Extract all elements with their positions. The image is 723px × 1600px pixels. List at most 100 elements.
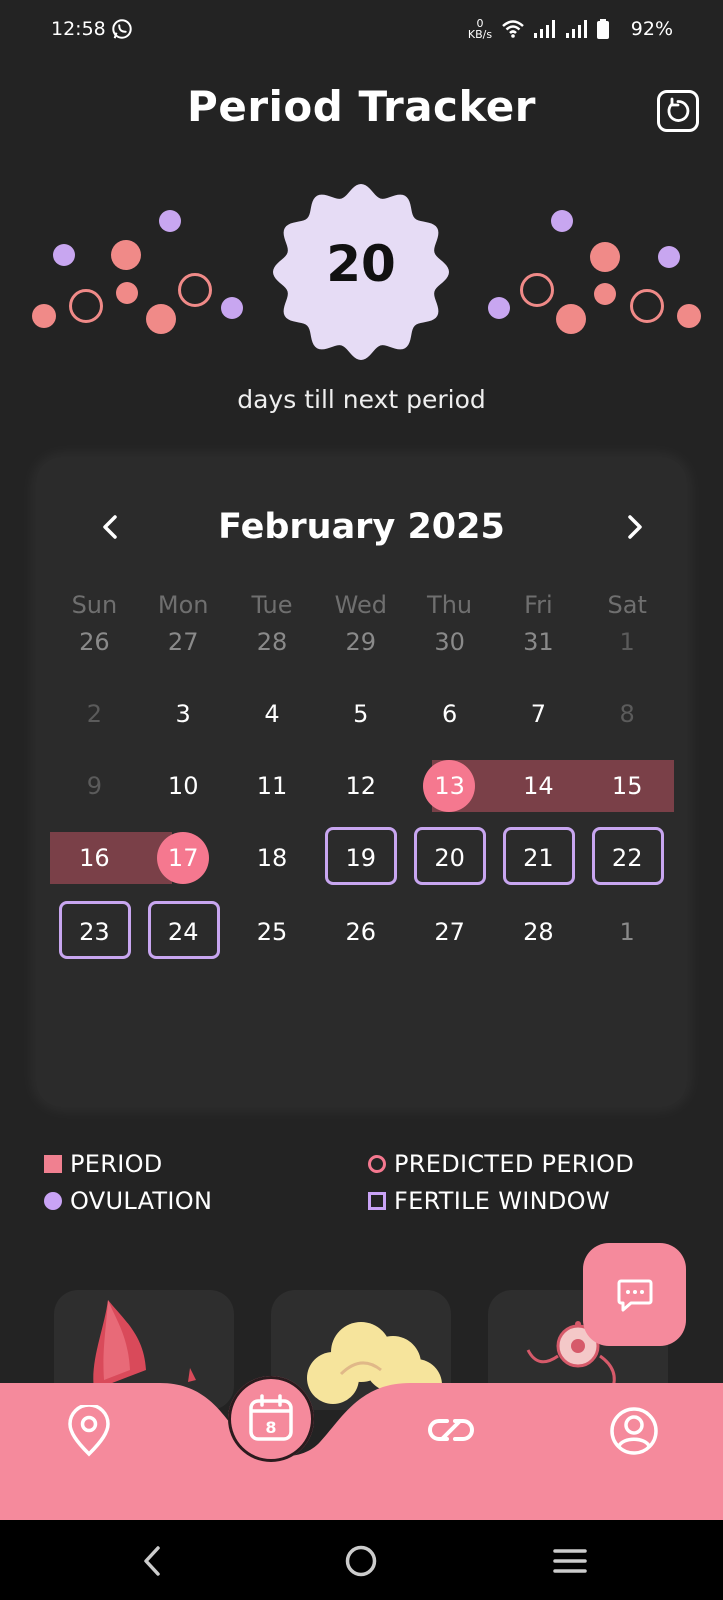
nav-location[interactable] [66, 1403, 112, 1461]
day-cell-period-start[interactable]: 13 [405, 756, 494, 816]
day-cell[interactable]: 1 [583, 612, 672, 672]
day-cell[interactable]: 6 [405, 684, 494, 744]
day-number: 26 [79, 628, 110, 656]
legend-ovulation: OVULATION [44, 1187, 212, 1215]
day-cell[interactable]: 9 [50, 756, 139, 816]
day-number: 3 [175, 700, 191, 728]
day-number: 27 [434, 918, 465, 946]
day-number: 7 [530, 700, 547, 728]
reset-button[interactable] [657, 90, 699, 132]
legend-label: PERIOD [70, 1150, 163, 1178]
day-cell[interactable]: 26 [50, 612, 139, 672]
day-number: 9 [86, 772, 103, 800]
location-icon [68, 1403, 110, 1457]
day-cell[interactable]: 2 [50, 684, 139, 744]
reset-icon [667, 97, 690, 122]
day-cell[interactable]: 25 [228, 902, 317, 962]
next-month-button[interactable] [614, 507, 654, 547]
day-cell-period[interactable]: 15 [583, 756, 672, 816]
battery-percent: 92% [630, 18, 673, 40]
calendar-week: 2 3 4 5 6 7 8 [50, 684, 674, 744]
decor-ring [630, 289, 664, 323]
nav-link[interactable] [425, 1408, 477, 1456]
day-number: 12 [345, 772, 377, 800]
decor-dot [590, 242, 620, 272]
whatsapp-icon [112, 19, 132, 39]
day-cell[interactable]: 10 [139, 756, 228, 816]
day-cell[interactable]: 12 [316, 756, 405, 816]
day-cell[interactable]: 4 [228, 684, 317, 744]
day-number: 15 [611, 772, 643, 800]
day-number: 5 [353, 700, 369, 728]
chevron-right-icon [628, 515, 642, 539]
day-cell[interactable]: 27 [405, 902, 494, 962]
day-cell-fertile[interactable]: 20 [405, 827, 494, 888]
day-cell[interactable]: 28 [228, 612, 317, 672]
day-cell[interactable]: 18 [228, 828, 317, 888]
day-number: 22 [611, 844, 643, 872]
decor-dot [488, 297, 510, 319]
decor-ring [520, 273, 554, 307]
day-number: 18 [256, 844, 288, 872]
day-cell[interactable]: 26 [316, 902, 405, 962]
day-cell[interactable]: 28 [494, 902, 583, 962]
decor-dot [551, 210, 573, 232]
legend-label: OVULATION [70, 1187, 213, 1215]
day-cell-fertile[interactable]: 19 [316, 827, 405, 888]
day-number: 29 [345, 628, 377, 656]
wifi-icon [502, 20, 524, 38]
day-number: 30 [434, 628, 465, 656]
battery-icon [597, 19, 609, 39]
decor-dot [159, 210, 181, 232]
day-cell[interactable]: 30 [405, 612, 494, 672]
day-number: 24 [167, 918, 199, 946]
day-cell[interactable]: 31 [494, 612, 583, 672]
day-number: 17 [167, 844, 199, 872]
system-nav-bar [0, 1520, 723, 1600]
day-cell[interactable]: 11 [228, 756, 317, 816]
decor-dot [146, 304, 176, 334]
day-number: 20 [434, 844, 465, 872]
period-square-icon [44, 1155, 62, 1173]
nav-profile[interactable] [608, 1405, 660, 1461]
nav-calendar[interactable]: 8 [228, 1376, 314, 1462]
net-speed: 0 KB/s [467, 18, 493, 40]
calendar-week: 16 17 18 19 20 21 22 [50, 827, 674, 888]
decor-dot [658, 246, 680, 268]
decor-dot [53, 244, 75, 266]
day-number: 16 [79, 844, 110, 872]
recents-icon[interactable] [553, 1544, 587, 1578]
month-title: February 2025 [218, 507, 505, 547]
day-cell[interactable]: 29 [316, 612, 405, 672]
link-icon [428, 1419, 474, 1441]
day-number: 11 [256, 772, 288, 800]
day-cell[interactable]: 27 [139, 612, 228, 672]
day-number: 28 [523, 918, 554, 946]
day-cell-fertile[interactable]: 22 [583, 827, 672, 888]
day-cell[interactable]: 3 [139, 684, 228, 744]
day-cell[interactable]: 7 [494, 684, 583, 744]
home-icon[interactable] [344, 1544, 378, 1578]
days-subtitle: days till next period [237, 385, 486, 414]
chat-button[interactable] [583, 1243, 686, 1346]
day-number: 21 [523, 844, 554, 872]
day-cell-period-end[interactable]: 17 [139, 828, 228, 888]
day-cell-fertile[interactable]: 21 [494, 827, 583, 888]
signal-icon [534, 20, 555, 38]
day-cell[interactable]: 5 [316, 684, 405, 744]
legend-label: FERTILE WINDOW [394, 1187, 610, 1215]
day-number: 1 [619, 628, 635, 656]
signal-icon-2 [566, 20, 587, 38]
day-cell-period[interactable]: 16 [50, 828, 139, 888]
day-cell-fertile[interactable]: 23 [50, 901, 139, 962]
day-cell[interactable]: 1 [583, 902, 672, 962]
fertile-box-icon [368, 1192, 386, 1210]
day-cell[interactable]: 8 [583, 684, 672, 744]
day-cell-period[interactable]: 14 [494, 756, 583, 816]
back-icon[interactable] [140, 1544, 164, 1578]
legend-label: PREDICTED PERIOD [394, 1150, 635, 1178]
predicted-ring-icon [368, 1155, 386, 1173]
decor-dot [32, 304, 56, 328]
day-cell-fertile[interactable]: 24 [139, 901, 228, 962]
day-number: 23 [79, 918, 110, 946]
